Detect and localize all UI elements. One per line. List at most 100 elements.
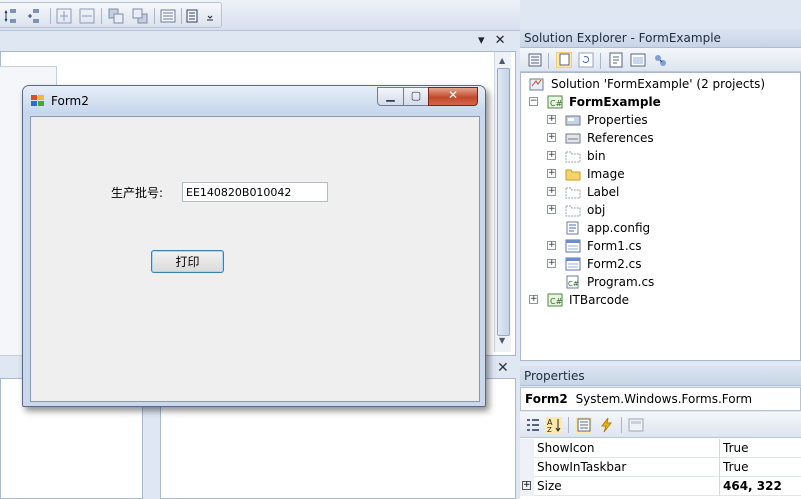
minimize-button[interactable]: ▁ xyxy=(377,87,404,106)
show-all-files-icon[interactable] xyxy=(556,52,572,68)
property-name: ShowInTaskbar xyxy=(537,460,627,474)
toolbar-separator xyxy=(50,8,51,24)
expand-icon[interactable]: + xyxy=(547,241,556,250)
toolbar-separator xyxy=(181,8,182,24)
toolbar-overflow-icon[interactable] xyxy=(205,8,215,24)
tree-item[interactable]: app.config xyxy=(521,219,800,237)
designer-vertical-scrollbar[interactable]: ▲ ▼ xyxy=(494,52,511,352)
format-list-icon[interactable] xyxy=(186,8,202,24)
print-button[interactable]: 打印 xyxy=(151,250,224,273)
close-button[interactable]: ✕ xyxy=(428,87,478,106)
maximize-icon: ▢ xyxy=(410,89,422,102)
properties-icon[interactable] xyxy=(527,52,543,68)
expand-icon[interactable]: + xyxy=(547,259,556,268)
property-grid[interactable]: ShowIcon True ShowInTaskbar True + Size 464, 3… xyxy=(520,438,801,499)
expand-icon[interactable]: + xyxy=(547,187,556,196)
tree-item-label: obj xyxy=(587,203,606,217)
property-pages-icon[interactable] xyxy=(628,417,644,433)
toolbar-separator xyxy=(568,417,569,433)
expand-icon[interactable]: + xyxy=(522,481,531,490)
tree-item-label: Solution 'FormExample' (2 projects) xyxy=(551,77,766,91)
tree-item[interactable]: − C# FormExample xyxy=(521,93,800,111)
center-horizontally-icon[interactable] xyxy=(56,8,72,24)
property-row[interactable]: + Size 464, 322 xyxy=(520,477,801,496)
center-vertically-icon[interactable] xyxy=(79,8,95,24)
bring-to-front-icon[interactable] xyxy=(108,8,124,24)
form2-titlebar[interactable]: Form2 ▁ ▢ ✕ xyxy=(23,86,485,114)
solution-tree[interactable]: Solution 'FormExample' (2 projects) − C# Fo… xyxy=(520,72,801,361)
layout-toolstrip xyxy=(0,2,222,28)
layout-toolbar xyxy=(0,0,520,31)
folder-dashed-icon xyxy=(565,205,581,217)
properties-title: Properties xyxy=(520,366,801,386)
tab-order-icon[interactable] xyxy=(160,8,176,24)
expand-icon[interactable]: + xyxy=(529,295,538,304)
toolbar-separator xyxy=(621,417,622,433)
form-file-icon xyxy=(565,257,581,271)
tree-item[interactable]: + Form2.cs xyxy=(521,255,800,273)
increase-spacing-icon[interactable] xyxy=(27,8,43,24)
solution-icon xyxy=(529,78,544,91)
tree-item-label: Label xyxy=(587,185,620,199)
scroll-up-icon[interactable]: ▲ xyxy=(499,56,505,65)
document-window-controls: ▾ ✕ xyxy=(478,33,506,48)
tree-item-label: bin xyxy=(587,149,606,163)
tree-item[interactable]: Solution 'FormExample' (2 projects) xyxy=(521,75,800,93)
property-value[interactable]: True xyxy=(723,460,749,474)
class-diagram-icon[interactable] xyxy=(652,52,668,68)
tree-item[interactable]: + References xyxy=(521,129,800,147)
config-file-icon xyxy=(566,221,579,235)
property-row[interactable]: ShowIcon True xyxy=(520,439,801,458)
categorized-icon[interactable] xyxy=(525,417,541,433)
properties-view-icon[interactable] xyxy=(576,417,592,433)
batch-number-input[interactable] xyxy=(182,182,328,202)
vertical-spacing-icon[interactable] xyxy=(4,8,20,24)
tree-item[interactable]: + Label xyxy=(521,183,800,201)
tree-item[interactable]: + Properties xyxy=(521,111,800,129)
collapse-icon[interactable]: − xyxy=(529,97,538,106)
solution-explorer-title: Solution Explorer - FormExample xyxy=(520,29,801,48)
folder-dashed-icon xyxy=(565,187,581,199)
properties-object-selector[interactable]: Form2 System.Windows.Forms.Form xyxy=(520,387,801,411)
tree-item[interactable]: + obj xyxy=(521,201,800,219)
toolbar-separator xyxy=(600,53,601,69)
csharp-project-icon: C# xyxy=(547,293,563,307)
form2-window[interactable]: Form2 ▁ ▢ ✕ 生产批号: 打印 xyxy=(22,85,486,407)
tree-item[interactable]: + Image xyxy=(521,165,800,183)
minimize-icon: ▁ xyxy=(386,89,395,102)
alphabetical-sort-icon[interactable]: AZ xyxy=(546,417,562,433)
row-gutter xyxy=(520,439,534,458)
close-icon[interactable]: ✕ xyxy=(495,33,506,48)
column-divider xyxy=(719,477,720,496)
form-title: Form2 xyxy=(51,94,89,108)
expand-icon[interactable]: + xyxy=(547,169,556,178)
expand-icon[interactable]: + xyxy=(547,115,556,124)
property-row[interactable]: ShowInTaskbar True xyxy=(520,458,801,477)
dropdown-icon[interactable]: ▾ xyxy=(478,33,485,48)
form-file-icon xyxy=(565,239,581,253)
expand-icon[interactable]: + xyxy=(547,133,556,142)
view-code-icon[interactable] xyxy=(608,52,624,68)
toolbar-separator xyxy=(101,8,102,24)
tree-item[interactable]: + C# ITBarcode xyxy=(521,291,800,309)
tree-item[interactable]: C# Program.cs xyxy=(521,273,800,291)
tree-item[interactable]: + bin xyxy=(521,147,800,165)
events-lightning-icon[interactable] xyxy=(599,417,615,433)
view-designer-icon[interactable] xyxy=(630,52,646,68)
form-app-icon xyxy=(31,95,44,106)
send-to-back-icon[interactable] xyxy=(132,8,148,24)
expand-icon[interactable]: + xyxy=(547,151,556,160)
property-value[interactable]: 464, 322 xyxy=(723,479,782,493)
property-name: Size xyxy=(537,479,562,493)
tree-item-label: ITBarcode xyxy=(569,293,630,307)
property-value[interactable]: True xyxy=(723,441,749,455)
expand-icon[interactable]: + xyxy=(547,205,556,214)
maximize-button[interactable]: ▢ xyxy=(403,87,429,106)
scrollbar-thumb[interactable] xyxy=(497,68,510,336)
scroll-down-icon[interactable]: ▼ xyxy=(499,336,505,345)
refresh-icon[interactable] xyxy=(578,52,594,68)
csharp-file-icon: C# xyxy=(566,275,579,289)
close-icon[interactable]: ✕ xyxy=(497,360,509,376)
batch-number-label: 生产批号: xyxy=(111,186,164,200)
tree-item[interactable]: + Form1.cs xyxy=(521,237,800,255)
